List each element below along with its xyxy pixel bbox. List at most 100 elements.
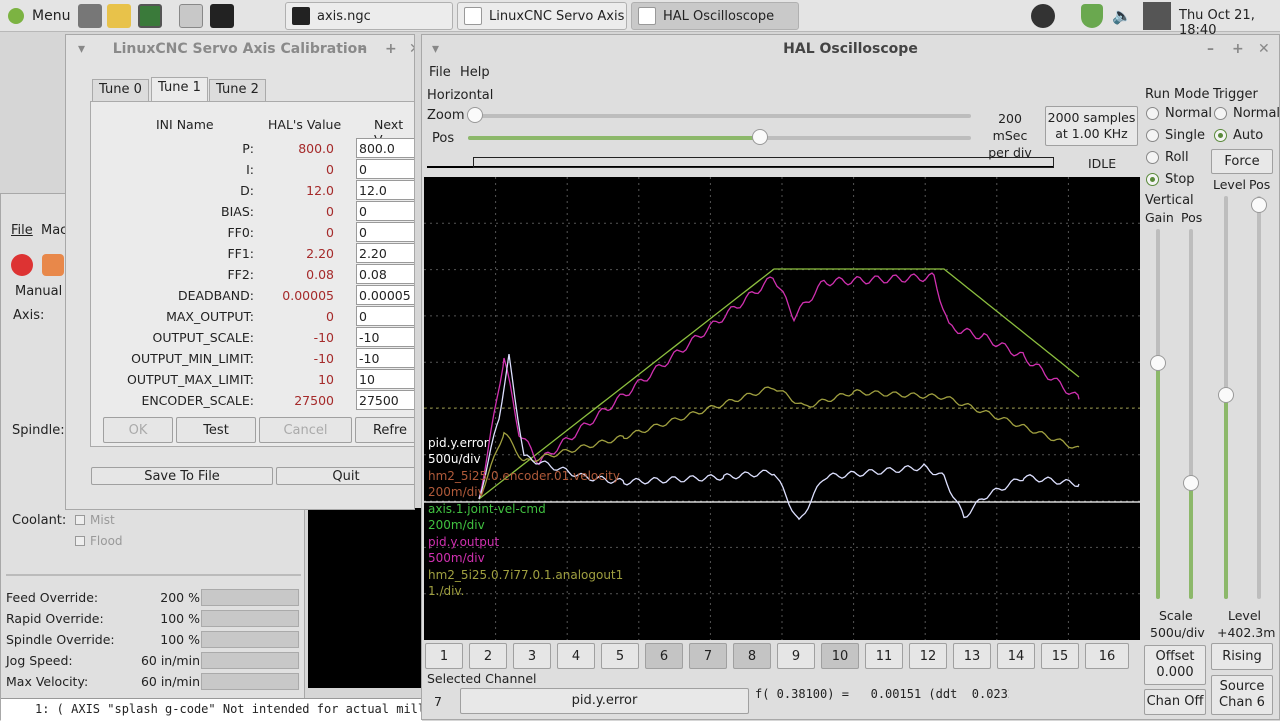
run-mode-radio[interactable] [1146, 151, 1159, 164]
param-next-value-input[interactable]: 10 [356, 369, 414, 389]
force-button[interactable]: Force [1211, 149, 1273, 174]
save-to-file-button[interactable]: Save To File [91, 467, 273, 485]
estop-icon[interactable] [11, 254, 33, 276]
override-slider[interactable] [201, 610, 299, 627]
scope-menu-help[interactable]: Help [460, 65, 490, 80]
calibration-titlebar[interactable]: ▾ LinuxCNC Servo Axis Calibration – + ✕ [66, 35, 414, 63]
maximize-icon[interactable]: + [385, 41, 397, 57]
channel-button[interactable]: 14 [997, 643, 1035, 669]
channel-button[interactable]: 3 [513, 643, 551, 669]
tab-tune-1[interactable]: Tune 1 [151, 77, 208, 102]
close-icon[interactable]: ✕ [409, 41, 414, 57]
window-menu-icon[interactable]: ▾ [78, 41, 85, 57]
param-next-value-input[interactable]: 800.0 [356, 138, 414, 158]
param-next-value-input[interactable]: 0.08 [356, 264, 414, 284]
channel-button[interactable]: 4 [557, 643, 595, 669]
volume-tray-icon[interactable]: 🔈 [1112, 6, 1134, 26]
text-editor-launcher-icon[interactable] [107, 4, 131, 28]
trace-legend-name[interactable]: pid.y.output [428, 535, 499, 549]
mist-checkbox[interactable] [75, 515, 85, 525]
gcode-listing[interactable]: 1: ( AXIS "splash g-code" Not intended f… [1, 698, 422, 721]
test-button[interactable]: Test [176, 417, 256, 443]
axis-menu-machine[interactable]: Mac [41, 223, 67, 238]
channel-button[interactable]: 8 [733, 643, 771, 669]
param-next-value-input[interactable]: 2.20 [356, 243, 414, 263]
mint-menu-icon[interactable] [8, 8, 24, 24]
selected-channel-name-button[interactable]: pid.y.error [460, 688, 749, 714]
cancel-button[interactable]: Cancel [259, 417, 352, 443]
trace-legend-name[interactable]: pid.y.error [428, 436, 489, 450]
taskbar-window-calibration[interactable]: LinuxCNC Servo Axis ... [457, 2, 627, 30]
preview-canvas[interactable] [308, 508, 422, 688]
trace-legend-name[interactable]: hm2_5i25.0.7i77.0.1.analogout1 [428, 568, 623, 582]
scope-menu-file[interactable]: File [429, 65, 451, 80]
window-menu-icon[interactable]: ▾ [432, 41, 439, 57]
network-tray-icon[interactable] [1143, 2, 1171, 30]
halscope-titlebar[interactable]: ▾ HAL Oscilloscope – + ✕ [422, 35, 1279, 63]
chan-off-button[interactable]: Chan Off [1144, 689, 1206, 715]
flood-checkbox[interactable] [75, 536, 85, 546]
channel-button[interactable]: 2 [469, 643, 507, 669]
rising-button[interactable]: Rising [1211, 643, 1273, 670]
channel-button[interactable]: 16 [1085, 643, 1129, 669]
channel-button[interactable]: 11 [865, 643, 903, 669]
param-next-value-input[interactable]: 0 [356, 201, 414, 221]
source-button[interactable]: Source Chan 6 [1211, 675, 1273, 715]
channel-button[interactable]: 7 [689, 643, 727, 669]
refresh-button[interactable]: Refre [355, 417, 414, 443]
run-mode-radio[interactable] [1146, 129, 1159, 142]
trace-legend-name[interactable]: hm2_5i25.0.encoder.01.velocity [428, 469, 620, 483]
channel-button[interactable]: 9 [777, 643, 815, 669]
channel-button[interactable]: 6 [645, 643, 683, 669]
files-launcher-icon[interactable] [179, 4, 203, 28]
linuxcnc-launcher-icon[interactable] [78, 4, 102, 28]
power-icon[interactable] [42, 254, 64, 276]
terminal-launcher-icon[interactable] [210, 4, 234, 28]
taskbar-window-halscope[interactable]: HAL Oscilloscope [631, 2, 799, 30]
tab-tune-0[interactable]: Tune 0 [92, 79, 149, 101]
channel-button[interactable]: 1 [425, 643, 463, 669]
webcam-tray-icon[interactable] [1031, 4, 1055, 28]
close-icon[interactable]: ✕ [1258, 41, 1270, 57]
samples-button[interactable]: 2000 samples at 1.00 KHz [1045, 106, 1138, 146]
minimize-icon[interactable]: – [358, 41, 365, 57]
minimize-icon[interactable]: – [1207, 41, 1214, 57]
run-mode-radio[interactable] [1146, 173, 1159, 186]
param-next-value-input[interactable]: 0.00005 [356, 285, 414, 305]
param-next-value-input[interactable]: 0 [356, 306, 414, 326]
offset-button[interactable]: Offset 0.000 [1144, 645, 1206, 685]
zoom-slider[interactable] [468, 114, 971, 118]
param-next-value-input[interactable]: 0 [356, 222, 414, 242]
quit-button[interactable]: Quit [276, 467, 414, 485]
shield-tray-icon[interactable] [1081, 4, 1103, 28]
tab-tune-2[interactable]: Tune 2 [209, 79, 266, 101]
vpos-slider-knob[interactable] [1183, 475, 1199, 491]
param-next-value-input[interactable]: 12.0 [356, 180, 414, 200]
menu-label[interactable]: Menu [32, 8, 70, 24]
channel-button[interactable]: 15 [1041, 643, 1079, 669]
trigger-normal-radio[interactable] [1214, 107, 1227, 120]
gain-slider-knob[interactable] [1150, 355, 1166, 371]
maximize-icon[interactable]: + [1232, 41, 1244, 57]
pos-slider-knob[interactable] [752, 129, 768, 145]
param-next-value-input[interactable]: 27500 [356, 390, 414, 410]
param-next-value-input[interactable]: -10 [356, 327, 414, 347]
param-next-value-input[interactable]: -10 [356, 348, 414, 368]
trigger-auto-radio[interactable] [1214, 129, 1227, 142]
param-next-value-input[interactable]: 0 [356, 159, 414, 179]
channel-button[interactable]: 5 [601, 643, 639, 669]
ok-button[interactable]: OK [103, 417, 173, 443]
trigger-pos-slider-knob[interactable] [1251, 197, 1267, 213]
channel-button[interactable]: 10 [821, 643, 859, 669]
level-slider-knob[interactable] [1218, 387, 1234, 403]
zoom-slider-knob[interactable] [467, 107, 483, 123]
taskbar-window-axis[interactable]: axis.ngc [285, 2, 453, 30]
channel-button[interactable]: 13 [953, 643, 991, 669]
trace-legend-name[interactable]: axis.1.joint-vel-cmd [428, 502, 546, 516]
channel-button[interactable]: 12 [909, 643, 947, 669]
trigger-pos-slider[interactable] [1257, 196, 1261, 599]
override-slider[interactable] [201, 652, 299, 669]
override-slider[interactable] [201, 673, 299, 690]
axis-menu-file[interactable]: File [11, 223, 33, 238]
run-mode-radio[interactable] [1146, 107, 1159, 120]
